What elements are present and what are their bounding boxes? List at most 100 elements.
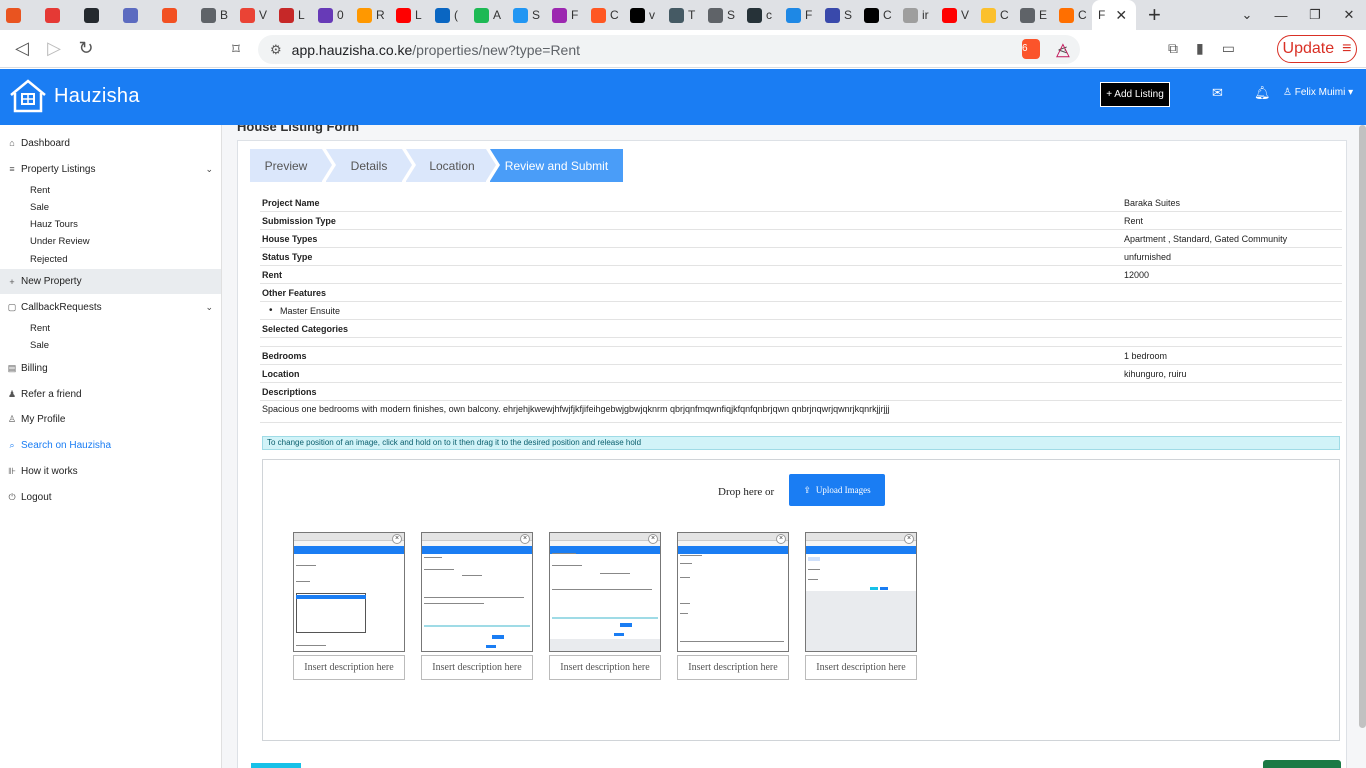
sidebar-item-property-listings[interactable]: ≡ Property Listings ⌄ — [0, 161, 221, 177]
browser-tab[interactable]: F — [780, 0, 819, 30]
thumbnail-image[interactable]: × — [549, 532, 661, 652]
brave-shield-icon[interactable]: 6 — [1022, 39, 1040, 59]
site-info-icon[interactable]: ⚙ — [270, 42, 282, 58]
browser-tab[interactable] — [117, 0, 156, 30]
remove-image-icon[interactable]: × — [392, 534, 402, 544]
new-tab-button[interactable]: + — [1148, 2, 1161, 28]
browser-tab[interactable]: 0 — [312, 0, 351, 30]
sidebar-item-search[interactable]: ⌕ Search on Hauzisha — [0, 437, 221, 453]
submit-button[interactable] — [1263, 760, 1341, 768]
extensions-icon[interactable]: ⧉ — [1168, 40, 1178, 57]
thumbnail-image[interactable]: × — [293, 532, 405, 652]
remove-image-icon[interactable]: × — [648, 534, 658, 544]
image-dropzone[interactable]: Drop here or ⇪ Upload Images × Insert de… — [262, 459, 1340, 741]
drop-label: Drop here or — [718, 486, 775, 498]
step-location[interactable]: Location — [406, 149, 496, 182]
bookmark-icon[interactable]: ⌑ — [220, 40, 252, 58]
browser-tab[interactable]: ir — [897, 0, 936, 30]
sidebar-item-logout[interactable]: ⏻ Logout — [0, 489, 221, 505]
sidebar-item-how-it-works[interactable]: ⊪ How it works — [0, 463, 221, 479]
active-tab[interactable]: F ✕ — [1092, 0, 1136, 30]
browser-tab[interactable]: A — [468, 0, 507, 30]
browser-tab[interactable]: L — [273, 0, 312, 30]
browser-tab[interactable] — [0, 0, 39, 30]
restore-icon[interactable]: ❐ — [1298, 7, 1332, 23]
image-description-input[interactable] — [293, 655, 405, 680]
update-button[interactable]: Update ≡ — [1277, 35, 1357, 63]
review-key: Submission Type — [262, 216, 336, 226]
browser-tab[interactable]: L — [390, 0, 429, 30]
sidebar-toggle-icon[interactable]: ▮ — [1196, 40, 1204, 57]
browser-tab[interactable]: S — [702, 0, 741, 30]
browser-tab[interactable]: F — [546, 0, 585, 30]
step-preview[interactable]: Preview — [250, 149, 332, 182]
sidebar-item-dashboard[interactable]: ⌂ Dashboard — [0, 135, 221, 151]
remove-image-icon[interactable]: × — [776, 534, 786, 544]
messages-icon[interactable]: ✉ — [1212, 85, 1223, 101]
sidebar-sub-hauz-tours[interactable]: Hauz Tours — [30, 219, 78, 233]
browser-tab[interactable] — [156, 0, 195, 30]
browser-tab[interactable]: S — [819, 0, 858, 30]
user-menu[interactable]: ♙ Felix Muimi ▾ — [1283, 87, 1353, 98]
browser-tab[interactable]: E — [1014, 0, 1053, 30]
browser-tab[interactable]: v — [624, 0, 663, 30]
sidebar-sub-callback-sale[interactable]: Sale — [30, 340, 49, 354]
browser-tab[interactable]: C — [585, 0, 624, 30]
remove-image-icon[interactable]: × — [904, 534, 914, 544]
rewards-triangle-icon[interactable]: △ — [1056, 39, 1070, 60]
browser-tab[interactable]: C — [858, 0, 897, 30]
thumbnail-image[interactable]: × — [677, 532, 789, 652]
tab-search-icon[interactable]: ⌄ — [1230, 7, 1264, 23]
browser-tab[interactable]: S — [507, 0, 546, 30]
sidebar-item-label: Refer a friend — [21, 388, 82, 400]
close-tab-icon[interactable]: ✕ — [1115, 7, 1127, 24]
step-details[interactable]: Details — [326, 149, 412, 182]
close-window-icon[interactable]: ✕ — [1332, 7, 1366, 23]
sidebar-sub-under-review[interactable]: Under Review — [30, 236, 90, 250]
sidebar-item-new-property[interactable]: + New Property — [0, 269, 221, 294]
browser-tab[interactable]: C — [1053, 0, 1092, 30]
thumbnail-image[interactable]: × — [421, 532, 533, 652]
thumbnail-image[interactable]: × — [805, 532, 917, 652]
step-review-submit[interactable]: Review and Submit — [490, 149, 623, 182]
image-description-input[interactable] — [549, 655, 661, 680]
user-name: Felix Muimi ▾ — [1294, 87, 1354, 98]
upload-images-button[interactable]: ⇪ Upload Images — [789, 474, 885, 506]
browser-tab[interactable]: V — [936, 0, 975, 30]
browser-tab[interactable]: T — [663, 0, 702, 30]
wallet-icon[interactable]: ▭ — [1222, 40, 1235, 57]
brand-logo[interactable]: Hauzisha — [8, 78, 140, 114]
image-description-input[interactable] — [677, 655, 789, 680]
notification-bell-icon[interactable]: 🔔︎ — [1254, 85, 1271, 101]
add-listing-button[interactable]: + Add Listing — [1100, 82, 1170, 107]
sidebar-sub-sale[interactable]: Sale — [30, 202, 49, 216]
url-bar[interactable]: ⚙ app.hauzisha.co.ke/properties/new?type… — [258, 35, 1080, 64]
browser-tab[interactable]: V — [234, 0, 273, 30]
browser-tab[interactable] — [39, 0, 78, 30]
sidebar-sub-rent[interactable]: Rent — [30, 185, 50, 199]
browser-tab[interactable] — [78, 0, 117, 30]
image-description-input[interactable] — [805, 655, 917, 680]
sidebar-item-callback-requests[interactable]: ▢ CallbackRequests ⌄ — [0, 299, 221, 315]
sidebar-item-refer[interactable]: ♟ Refer a friend — [0, 386, 221, 402]
tab-favicon-icon — [942, 7, 957, 23]
sidebar-item-billing[interactable]: ▤ Billing — [0, 360, 221, 376]
review-row-description-text: Spacious one bedrooms with modern finish… — [260, 401, 1342, 423]
reload-icon[interactable]: ↻ — [70, 38, 102, 59]
sidebar-item-profile[interactable]: ♙ My Profile — [0, 411, 221, 427]
forward-icon[interactable]: ▷ — [38, 38, 70, 59]
browser-tab[interactable]: C — [975, 0, 1014, 30]
remove-image-icon[interactable]: × — [520, 534, 530, 544]
sidebar-item-label: CallbackRequests — [21, 301, 102, 313]
sidebar-sub-callback-rent[interactable]: Rent — [30, 323, 50, 337]
browser-tab[interactable]: R — [351, 0, 390, 30]
page-scrollbar[interactable] — [1359, 125, 1366, 728]
image-description-input[interactable] — [421, 655, 533, 680]
minimize-icon[interactable]: — — [1264, 8, 1298, 23]
back-button[interactable] — [251, 763, 301, 768]
browser-tab[interactable]: ( — [429, 0, 468, 30]
browser-tab[interactable]: B — [195, 0, 234, 30]
back-icon[interactable]: ◁ — [6, 38, 38, 59]
sidebar-sub-rejected[interactable]: Rejected — [30, 254, 68, 268]
browser-tab[interactable]: c — [741, 0, 780, 30]
